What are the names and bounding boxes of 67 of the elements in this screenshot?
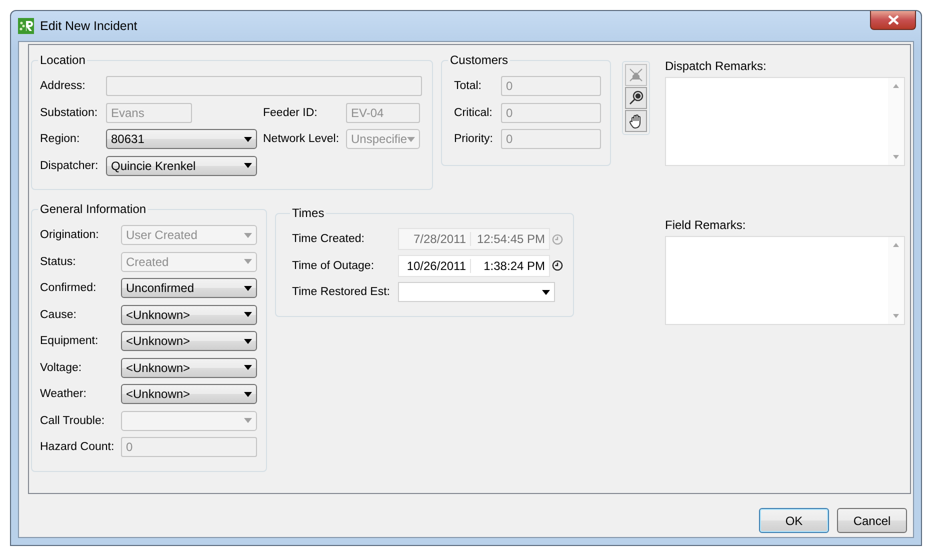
dropdown-arrow-icon [244, 136, 252, 142]
dropdown[interactable] [398, 282, 555, 302]
remarks-text-area[interactable] [665, 77, 905, 166]
close-button[interactable] [870, 11, 916, 30]
dropdown[interactable]: <Unknown> [121, 331, 257, 352]
group-title: Location [39, 53, 86, 67]
group-title: General Information [39, 202, 148, 216]
dropdown-arrow-icon [244, 312, 252, 318]
field-label: Cause: [40, 308, 78, 321]
dropdown[interactable]: <Unknown> [121, 384, 257, 404]
tool-button[interactable] [625, 110, 647, 132]
field-label: Substation: [40, 106, 99, 119]
dropdown-arrow-icon [244, 286, 252, 291]
field-label: Origination: [40, 229, 100, 242]
field-label: Status: [40, 256, 77, 268]
dropdown-arrow-icon [244, 392, 252, 397]
dropdown-arrow-icon [244, 163, 252, 168]
field-label: Priority: [454, 133, 494, 146]
field-label: Total: [454, 80, 482, 92]
field-label: Feeder ID: [263, 106, 318, 119]
clock-icon[interactable] [552, 260, 563, 272]
scrollbar[interactable] [888, 78, 904, 165]
date-time-picker[interactable]: 10/26/2011 1:38:24 PM [398, 254, 550, 277]
field-label: Region: [40, 133, 81, 146]
dropdown-arrow-icon [244, 232, 252, 238]
field-label: Dispatcher: [40, 160, 100, 172]
field-label: Call Trouble: [40, 414, 106, 427]
group-title: Times [291, 206, 326, 220]
dropdown[interactable]: Quincie Krenkel [106, 156, 257, 176]
close-icon [888, 15, 898, 25]
scroll-up-icon[interactable] [893, 84, 899, 88]
dropdown-arrow-icon [407, 136, 416, 142]
dropdown-arrow-icon [542, 290, 550, 295]
tool-button[interactable] [625, 87, 647, 109]
scroll-up-icon[interactable] [893, 243, 899, 247]
magnifier-icon [628, 90, 644, 106]
field-label: Hazard Count: [40, 441, 116, 454]
field-label: Confirmed: [40, 282, 98, 294]
field-label: Weather: [40, 388, 88, 400]
scrollbar[interactable] [888, 237, 904, 324]
app-logo-icon [18, 18, 34, 34]
field-label: Network Level: [263, 133, 340, 146]
scroll-down-icon[interactable] [893, 314, 899, 318]
dropdown[interactable]: 80631 [106, 129, 257, 150]
remarks-label: Dispatch Remarks: [665, 59, 768, 75]
field-label: Voltage: [40, 362, 83, 374]
group-title: Customers [449, 53, 510, 67]
house-cross-icon [628, 67, 644, 83]
dropdown-arrow-icon [244, 338, 252, 344]
dialog-button[interactable]: OK [759, 508, 829, 533]
field-label: Time of Outage: [292, 260, 376, 272]
field-label: Critical: [454, 106, 494, 119]
field-label: Time Created: [292, 233, 366, 246]
remarks-label: Field Remarks: [665, 218, 747, 234]
remarks-text-area[interactable] [665, 236, 905, 325]
field-label: Address: [40, 80, 86, 92]
dialog-button[interactable]: Cancel [837, 508, 907, 533]
dropdown-arrow-icon [244, 365, 252, 370]
field-label: Time Restored Est: [292, 286, 391, 298]
dropdown-arrow-icon [244, 259, 252, 264]
dropdown[interactable]: Unconfirmed [121, 278, 257, 298]
dropdown[interactable]: <Unknown> [121, 304, 257, 325]
dropdown[interactable]: <Unknown> [121, 358, 257, 378]
window-title: Edit New Incident [40, 19, 138, 33]
scroll-down-icon[interactable] [893, 155, 899, 159]
field-label: Equipment: [40, 335, 100, 348]
dropdown-arrow-icon [244, 418, 252, 424]
